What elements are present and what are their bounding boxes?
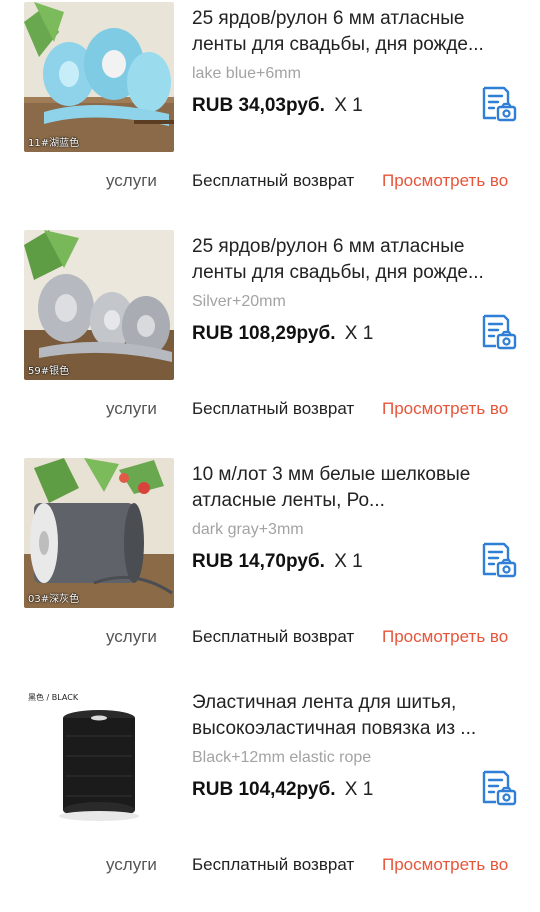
invoice-button[interactable] bbox=[478, 768, 518, 808]
product-title[interactable]: 10 м/лот 3 мм белые шелковые атласные ле… bbox=[192, 462, 518, 514]
invoice-camera-icon bbox=[482, 86, 517, 122]
order-item: 黑色 / BLACK Эластичная лента для шитья, в… bbox=[0, 684, 540, 912]
view-link[interactable]: Просмотреть во bbox=[382, 626, 516, 648]
actions-row: услуги Бесплатный возврат Просмотреть во bbox=[0, 854, 540, 876]
services-link[interactable]: услуги bbox=[106, 398, 157, 420]
product-image[interactable]: 03#深灰色 bbox=[24, 458, 174, 608]
invoice-camera-icon bbox=[482, 770, 517, 806]
price-row: RUB 108,29руб. X 1 bbox=[192, 322, 373, 346]
product-image[interactable]: 59#银色 bbox=[24, 230, 174, 380]
invoice-button[interactable] bbox=[478, 540, 518, 580]
free-return-button[interactable]: Бесплатный возврат bbox=[192, 398, 354, 420]
product-price: RUB 104,42руб. bbox=[192, 779, 336, 800]
order-item: 03#深灰色 10 м/лот 3 мм белые шелковые атла… bbox=[0, 456, 540, 684]
product-variant: dark gray+3mm bbox=[192, 521, 304, 538]
image-caption: 03#深灰色 bbox=[28, 594, 80, 605]
view-link[interactable]: Просмотреть во bbox=[382, 398, 516, 420]
free-return-button[interactable]: Бесплатный возврат bbox=[192, 854, 354, 876]
free-return-button[interactable]: Бесплатный возврат bbox=[192, 170, 354, 192]
services-link[interactable]: услуги bbox=[106, 626, 157, 648]
ribbon-photo-illustration bbox=[24, 458, 174, 608]
product-title[interactable]: Эластичная лента для шитья, высокоэласти… bbox=[192, 690, 518, 742]
price-row: RUB 14,70руб. X 1 bbox=[192, 550, 363, 574]
free-return-button[interactable]: Бесплатный возврат bbox=[192, 626, 354, 648]
services-link[interactable]: услуги bbox=[106, 170, 157, 192]
actions-row: услуги Бесплатный возврат Просмотреть во bbox=[0, 626, 540, 648]
price-row: RUB 34,03руб. X 1 bbox=[192, 94, 363, 118]
product-price: RUB 34,03руб. bbox=[192, 95, 325, 116]
image-caption: 59#银色 bbox=[28, 366, 70, 377]
order-item: 59#银色 25 ярдов/рулон 6 мм атласные ленты… bbox=[0, 228, 540, 456]
image-caption: 11#湖蓝色 bbox=[28, 138, 80, 149]
product-price: RUB 14,70руб. bbox=[192, 551, 325, 572]
product-quantity: X 1 bbox=[334, 551, 363, 572]
price-row: RUB 104,42руб. X 1 bbox=[192, 778, 373, 802]
product-quantity: X 1 bbox=[334, 95, 363, 116]
product-title[interactable]: 25 ярдов/рулон 6 мм атласные ленты для с… bbox=[192, 234, 518, 286]
product-image[interactable]: 11#湖蓝色 bbox=[24, 2, 174, 152]
invoice-camera-icon bbox=[482, 542, 517, 578]
view-link[interactable]: Просмотреть во bbox=[382, 854, 516, 876]
product-quantity: X 1 bbox=[344, 779, 374, 800]
product-price: RUB 108,29руб. bbox=[192, 323, 336, 344]
elastic-spool-illustration bbox=[24, 686, 174, 836]
services-link[interactable]: услуги bbox=[106, 854, 157, 876]
product-variant: lake blue+6mm bbox=[192, 65, 301, 82]
order-item: 11#湖蓝色 25 ярдов/рулон 6 мм атласные лент… bbox=[0, 0, 540, 228]
actions-row: услуги Бесплатный возврат Просмотреть во bbox=[0, 398, 540, 420]
actions-row: услуги Бесплатный возврат Просмотреть во bbox=[0, 170, 540, 192]
ribbon-photo-illustration bbox=[24, 230, 174, 380]
invoice-button[interactable] bbox=[478, 312, 518, 352]
invoice-button[interactable] bbox=[478, 84, 518, 124]
product-quantity: X 1 bbox=[344, 323, 374, 344]
product-variant: Black+12mm elastic rope bbox=[192, 749, 372, 766]
invoice-camera-icon bbox=[482, 314, 517, 350]
product-title[interactable]: 25 ярдов/рулон 6 мм атласные ленты для с… bbox=[192, 6, 518, 58]
order-list: 11#湖蓝色 25 ярдов/рулон 6 мм атласные лент… bbox=[0, 0, 540, 904]
view-link[interactable]: Просмотреть во bbox=[382, 170, 516, 192]
image-caption: 黑色 / BLACK bbox=[28, 693, 79, 702]
ribbon-photo-illustration bbox=[24, 2, 174, 152]
product-variant: Silver+20mm bbox=[192, 293, 286, 310]
product-image[interactable]: 黑色 / BLACK bbox=[24, 686, 174, 836]
